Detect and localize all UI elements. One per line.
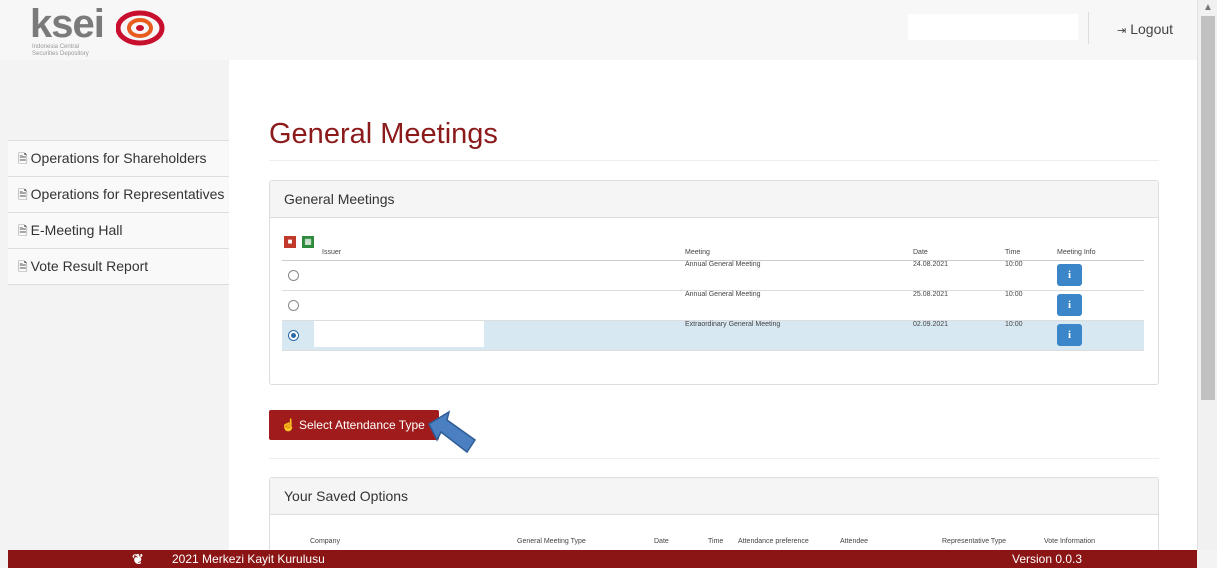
scroll-up-arrow-icon[interactable]: ▲ bbox=[1203, 2, 1213, 13]
issuer-value bbox=[314, 291, 484, 317]
logo-subtitle-line-1: Indonesia Central bbox=[32, 44, 80, 50]
saved-options-panel: Your Saved Options Company General Meeti… bbox=[269, 477, 1159, 558]
column-header-date: Date bbox=[909, 245, 1001, 261]
table-row-selected[interactable]: Extraordinary General Meeting 02.09.2021… bbox=[282, 320, 1144, 351]
logout-icon: ⇥ bbox=[1117, 25, 1127, 37]
column-header-general-meeting-type: General Meeting Type bbox=[517, 537, 586, 545]
column-header-date: Date bbox=[654, 537, 669, 545]
column-header-attendee: Attendee bbox=[840, 537, 869, 545]
hand-pointer-icon: ☝ bbox=[281, 418, 296, 432]
date-cell: 24.08.2021 bbox=[909, 260, 1001, 291]
column-header-attendance-preference: Attendance preference bbox=[738, 537, 809, 545]
panel-heading: Your Saved Options bbox=[270, 478, 1158, 515]
row-radio[interactable] bbox=[288, 300, 299, 311]
saved-options-table: Company General Meeting Type Date Time A… bbox=[290, 533, 1150, 549]
page-title: General Meetings bbox=[269, 118, 498, 150]
select-attendance-type-label: Select Attendance Type bbox=[298, 418, 425, 432]
footer-version: Version 0.0.3 bbox=[1012, 552, 1083, 566]
issuer-value bbox=[314, 261, 484, 287]
document-icon: 🗎 bbox=[18, 152, 28, 166]
pointer-arrow-icon bbox=[428, 410, 477, 454]
document-icon: 🗎 bbox=[18, 224, 28, 238]
footer-copyright: 2021 Merkezi Kayit Kurulusu bbox=[172, 552, 325, 566]
logo-subtitle-line-2: Securities Depository bbox=[32, 51, 89, 57]
issuer-cell bbox=[314, 260, 681, 291]
time-cell: 10:00 bbox=[1001, 290, 1053, 321]
table-header-row: Company General Meeting Type Date Time A… bbox=[290, 533, 1150, 549]
vertical-scrollbar[interactable]: ▲ bbox=[1197, 0, 1217, 550]
sidebar-item-e-meeting-hall[interactable]: 🗎 E-Meeting Hall bbox=[8, 213, 229, 249]
main-content: General Meetings General Meetings ■ ▦ Iss… bbox=[229, 60, 1197, 558]
footer: ❦ 2021 Merkezi Kayit Kurulusu Version 0.… bbox=[8, 550, 1197, 568]
column-header-time: Time bbox=[1001, 245, 1053, 261]
logout-label: Logout bbox=[1130, 21, 1174, 37]
sidebar-item-operations-for-representatives[interactable]: 🗎 Operations for Representatives bbox=[8, 177, 229, 213]
row-radio-selected[interactable] bbox=[288, 330, 299, 341]
meeting-info-cell: i bbox=[1053, 290, 1144, 321]
sidebar-item-label: Operations for Representatives bbox=[30, 186, 225, 202]
header-divider bbox=[1088, 12, 1089, 44]
meetings-table: Issuer Meeting Date Time Meeting Info An… bbox=[282, 245, 1144, 351]
meeting-info-button[interactable]: i bbox=[1057, 324, 1082, 346]
meeting-info-cell: i bbox=[1053, 320, 1144, 351]
general-meetings-panel: General Meetings ■ ▦ Issuer Meeting Date … bbox=[269, 180, 1159, 385]
column-header-time: Time bbox=[708, 537, 724, 545]
section-divider bbox=[269, 458, 1159, 459]
table-row[interactable]: Annual General Meeting 24.08.2021 10:00 … bbox=[282, 260, 1144, 291]
table-row[interactable]: Annual General Meeting 25.08.2021 10:00 … bbox=[282, 290, 1144, 321]
row-select-cell[interactable] bbox=[282, 320, 314, 351]
user-info-area bbox=[908, 14, 1078, 40]
row-select-cell[interactable] bbox=[282, 260, 314, 291]
date-cell: 25.08.2021 bbox=[909, 290, 1001, 321]
scroll-thumb[interactable] bbox=[1201, 16, 1215, 400]
sidebar-item-label: E-Meeting Hall bbox=[30, 222, 123, 238]
column-header-vote-information: Vote Information bbox=[1044, 537, 1095, 545]
sidebar: 🗎 Operations for Shareholders 🗎 Operations… bbox=[8, 60, 229, 550]
meeting-info-button[interactable]: i bbox=[1057, 264, 1082, 286]
row-select-cell[interactable] bbox=[282, 290, 314, 321]
document-icon: 🗎 bbox=[18, 260, 28, 274]
panel-heading: General Meetings bbox=[270, 181, 1158, 218]
select-column-header bbox=[282, 245, 314, 261]
footer-logo-icon: ❦ bbox=[132, 551, 144, 567]
issuer-value bbox=[314, 321, 484, 347]
column-header-representative-type: Representative Type bbox=[942, 537, 1007, 545]
date-cell: 02.09.2021 bbox=[909, 320, 1001, 351]
issuer-cell bbox=[314, 320, 681, 351]
meeting-cell: Annual General Meeting bbox=[681, 290, 909, 321]
top-bar: ksei Indonesia Central Securities Deposi… bbox=[0, 0, 1197, 60]
document-icon: 🗎 bbox=[18, 188, 28, 202]
meeting-cell: Extraordinary General Meeting bbox=[681, 320, 909, 351]
sidebar-item-label: Vote Result Report bbox=[30, 258, 149, 274]
logo-subtitle: Indonesia Central Securities Depository bbox=[32, 44, 112, 58]
logo-ring-icon bbox=[116, 10, 165, 46]
meeting-info-cell: i bbox=[1053, 260, 1144, 291]
sidebar-item-operations-for-shareholders[interactable]: 🗎 Operations for Shareholders bbox=[8, 141, 229, 177]
time-cell: 10:00 bbox=[1001, 320, 1053, 351]
sidebar-nav: 🗎 Operations for Shareholders 🗎 Operations… bbox=[8, 140, 229, 285]
column-header-issuer: Issuer bbox=[314, 245, 681, 261]
meeting-info-button[interactable]: i bbox=[1057, 294, 1082, 316]
issuer-cell bbox=[314, 290, 681, 321]
column-header-meeting-info: Meeting Info bbox=[1053, 245, 1144, 261]
column-header-company: Company bbox=[310, 537, 340, 545]
row-radio[interactable] bbox=[288, 270, 299, 281]
sidebar-item-label: Operations for Shareholders bbox=[30, 150, 207, 166]
logout-button[interactable]: ⇥ Logout bbox=[1117, 21, 1173, 37]
logo-wordmark: ksei bbox=[30, 2, 105, 46]
table-header-row: Issuer Meeting Date Time Meeting Info bbox=[282, 245, 1144, 261]
time-cell: 10:00 bbox=[1001, 260, 1053, 291]
title-divider bbox=[269, 160, 1159, 161]
ksei-logo: ksei Indonesia Central Securities Deposi… bbox=[30, 2, 180, 60]
column-header-meeting: Meeting bbox=[681, 245, 909, 261]
sidebar-item-vote-result-report[interactable]: 🗎 Vote Result Report bbox=[8, 249, 229, 285]
select-attendance-type-button[interactable]: ☝ Select Attendance Type bbox=[269, 410, 439, 440]
meeting-cell: Annual General Meeting bbox=[681, 260, 909, 291]
